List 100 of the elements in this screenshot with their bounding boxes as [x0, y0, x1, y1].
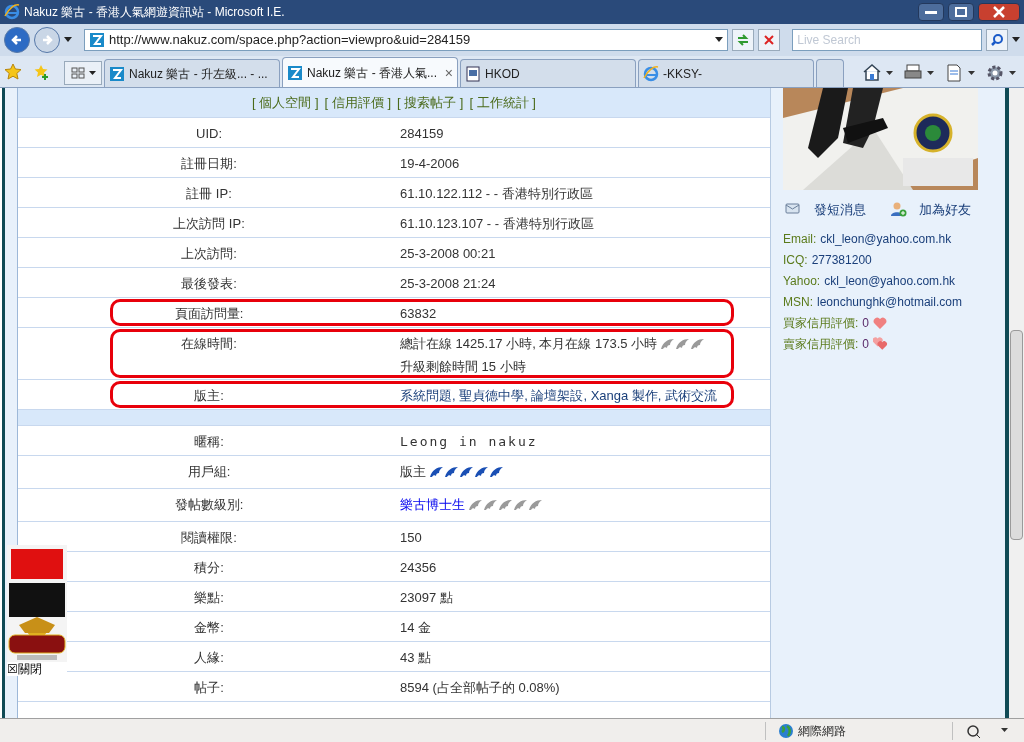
minimize-icon [925, 10, 937, 14]
grid-icon [70, 67, 85, 79]
field-value: 19-4-2006 [400, 155, 460, 173]
site-logo-icon [287, 64, 303, 81]
search-field[interactable]: Live Search [792, 29, 983, 51]
forward-button[interactable] [33, 27, 60, 53]
person-add-icon [890, 201, 907, 219]
dropdown-caret-icon [63, 37, 72, 43]
field-value: 150 [400, 529, 422, 547]
field-value: 版主 [400, 463, 426, 481]
field-value: 總計在線 1425.17 小時, 本月在線 173.5 小時 [400, 335, 658, 353]
dropdown-caret-icon [927, 70, 934, 76]
field-label: 發帖數級別: [173, 496, 245, 514]
link-text[interactable]: 系統問題, 聖貞德中學, 論壇架設, Xanga 製作, 武術交流 [400, 386, 718, 406]
field-label: 金幣: [193, 619, 225, 637]
send-message-link[interactable]: 發短消息 [785, 200, 866, 220]
dropdown-caret-icon [968, 70, 975, 76]
link-text[interactable]: 樂古博士生 [400, 495, 465, 515]
browser-logo-icon [4, 4, 20, 20]
document-icon [465, 65, 481, 82]
window-title: Nakuz 樂古 - 香港人氣網遊資訊站 - Microsoft I.E. [24, 4, 286, 21]
minimize-button[interactable] [918, 3, 944, 21]
refresh-icon [736, 33, 751, 47]
field-label: 上次訪問 IP: [172, 215, 246, 233]
contact-value: 277381200 [811, 251, 872, 269]
rating-label: 賣家信用評價: [783, 335, 859, 353]
profile-nav-link[interactable]: [ 搜索帖子 ] [397, 92, 464, 113]
security-zone-text: 網際網路 [798, 722, 847, 740]
field-value: Leong in nakuz [400, 433, 538, 451]
page-icon [944, 63, 964, 83]
quick-tabs-button[interactable] [64, 61, 102, 85]
stop-icon [763, 34, 776, 46]
field-value: 14 金 [400, 619, 432, 637]
refresh-button[interactable] [732, 29, 755, 51]
page-button[interactable] [944, 63, 975, 83]
add-friend-link[interactable]: 加為好友 [890, 200, 971, 220]
field-label: 暱稱: [193, 433, 225, 451]
dropdown-caret-icon [88, 70, 96, 76]
browser-tab[interactable]: Nakuz 樂古 - 香港人氣... × [282, 57, 458, 87]
browser-tab[interactable]: -KKSY- [638, 59, 814, 87]
contact-value: ckl_leon@yahoo.com.hk [824, 272, 956, 290]
contact-label: Email: [783, 230, 817, 248]
field-label: UID: [195, 125, 223, 143]
field-value: 284159 [400, 125, 444, 143]
contact-label: MSN: [783, 293, 813, 311]
site-logo-icon [109, 65, 125, 82]
profile-nav-link[interactable]: [ 個人空間 ] [252, 92, 319, 113]
contact-label: Yahoo: [783, 272, 821, 290]
field-label: 註冊日期: [180, 155, 238, 173]
search-button[interactable] [986, 29, 1008, 51]
profile-nav-link[interactable]: [ 信用評價 ] [324, 92, 391, 113]
field-label: 帖子: [193, 679, 225, 697]
field-label: 在線時間: [180, 335, 238, 353]
maximize-icon [955, 7, 967, 17]
field-label: 版主: [193, 387, 225, 405]
field-value: 25-3-2008 00:21 [400, 245, 496, 263]
field-value: 61.10.122.112 - - 香港特別行政區 [400, 185, 593, 203]
tools-gear-button[interactable] [985, 63, 1016, 83]
close-button[interactable] [978, 3, 1020, 21]
dropdown-caret-icon [1001, 728, 1008, 733]
site-logo-icon [88, 32, 105, 48]
stop-button[interactable] [758, 29, 781, 51]
maximize-button[interactable] [948, 3, 974, 21]
field-value: 23097 點 [400, 589, 453, 607]
profile-nav-link[interactable]: [ 工作統計 ] [469, 92, 536, 113]
dropdown-caret-icon [715, 37, 724, 43]
browser-logo-icon [643, 65, 659, 82]
dropdown-caret-icon [886, 70, 893, 76]
field-value: 升級剩餘時間 15 小時 [400, 357, 526, 376]
field-value: 43 點 [400, 649, 432, 667]
field-label: 上次訪問: [180, 245, 238, 263]
close-icon [993, 6, 1005, 18]
back-button[interactable] [4, 27, 30, 53]
hearts-icon [873, 336, 890, 351]
contact-value: ckl_leon@yahoo.com.hk [820, 230, 952, 248]
contact-value: leonchunghk@hotmail.com [817, 293, 962, 311]
field-value: 24356 [400, 559, 437, 577]
scrollbar[interactable] [1009, 88, 1024, 718]
close-ad-link[interactable]: ☒關閉 [7, 662, 67, 676]
home-button[interactable] [862, 63, 893, 83]
field-label: 閱讀權限: [180, 529, 238, 547]
home-icon [862, 63, 882, 83]
field-label: 用戶組: [186, 463, 232, 481]
field-label: 頁面訪問量: [173, 305, 245, 323]
field-label: 註冊 IP: [185, 185, 233, 203]
browser-tab[interactable]: HKOD [460, 59, 636, 87]
search-icon [990, 33, 1004, 47]
tools-gear-icon [985, 63, 1005, 83]
field-label: 人緣: [193, 649, 225, 667]
field-value: 8594 (占全部帖子的 0.08%) [400, 679, 560, 697]
browser-tab[interactable]: Nakuz 樂古 - 升左級... - ... [104, 59, 280, 87]
rating-label: 買家信用評價: [783, 314, 859, 332]
dropdown-caret-icon [1009, 70, 1016, 76]
close-tab-button[interactable]: × [444, 64, 453, 81]
field-label: 積分: [193, 559, 225, 577]
field-value: 63832 [400, 305, 437, 323]
scroll-thumb[interactable] [1010, 330, 1023, 540]
favorites-star-icon [4, 63, 22, 81]
zoom-icon [965, 722, 981, 739]
address-field[interactable]: http://www.nakuz.com/space.php?action=viewpro&uid=284159 [83, 29, 729, 51]
